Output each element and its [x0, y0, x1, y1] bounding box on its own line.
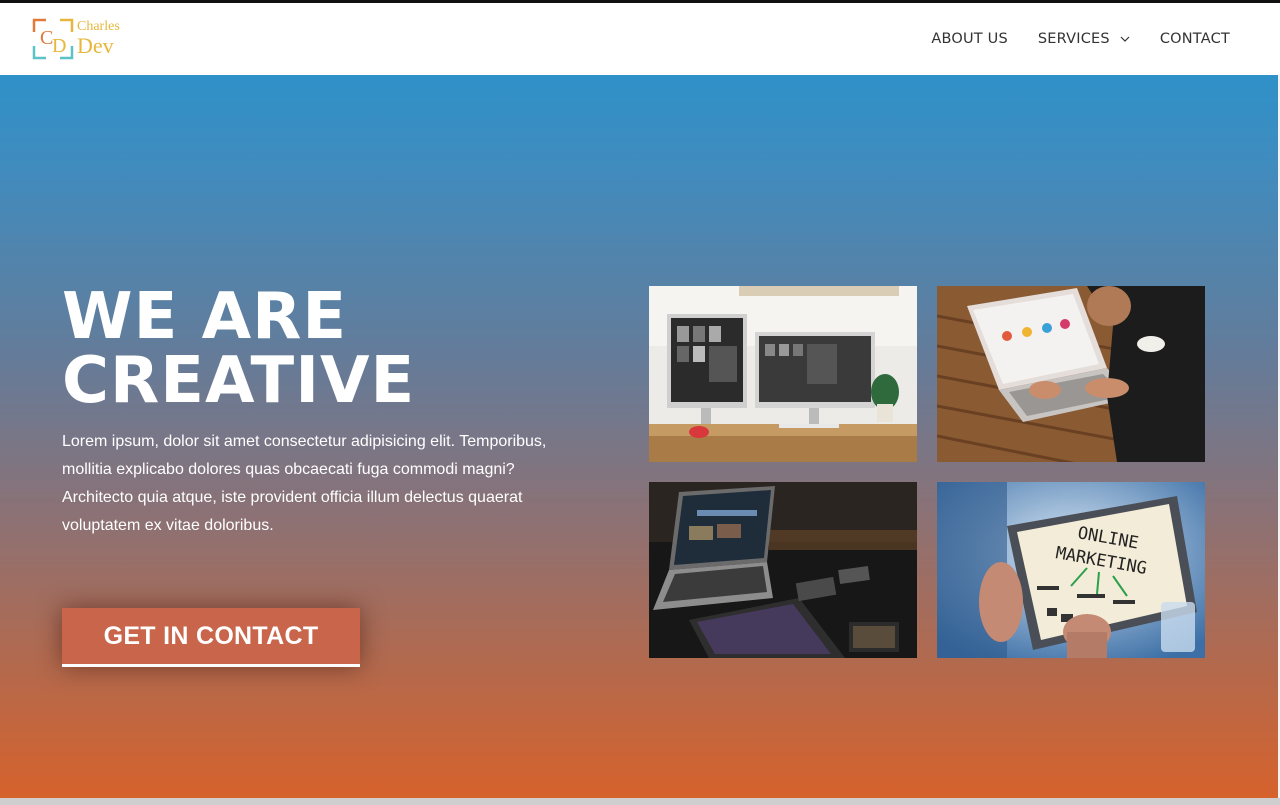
get-in-contact-button[interactable]: GET IN CONTACT: [62, 608, 360, 667]
nav-services-label: SERVICES: [1037, 31, 1110, 47]
site-header: C D Charles Dev ABOUT US SERVICES CONTAC…: [0, 3, 1280, 75]
nav-about-us-label: ABOUT US: [931, 31, 1008, 47]
hero-headline: WE ARE CREATIVE: [62, 285, 415, 413]
main-nav: ABOUT US SERVICES CONTACT: [931, 3, 1230, 75]
nav-contact-label: CONTACT: [1159, 31, 1230, 47]
logo-wordmark: Charles Dev: [77, 20, 120, 57]
svg-text:D: D: [52, 35, 66, 57]
nav-about-us[interactable]: ABOUT US: [931, 31, 1008, 47]
hero-section: WE ARE CREATIVE Lorem ipsum, dolor sit a…: [0, 75, 1278, 798]
gallery-image-desk-monitors: [649, 286, 917, 462]
site-logo[interactable]: C D Charles Dev: [32, 18, 142, 60]
gallery-image-laptop-wooden-table: [937, 286, 1205, 462]
chevron-down-icon: [1120, 36, 1130, 42]
hero-lead-text: Lorem ipsum, dolor sit amet consectetur …: [62, 433, 547, 534]
nav-services[interactable]: SERVICES: [1038, 31, 1130, 47]
logo-line-2: Dev: [77, 33, 114, 58]
bottom-edge-bar: [0, 798, 1280, 805]
gallery-image-devices-dark-table: [649, 482, 917, 658]
hero-headline-line-1: WE ARE: [62, 280, 348, 354]
logo-line-1: Charles: [77, 19, 120, 34]
hero-headline-line-2: CREATIVE: [62, 344, 416, 418]
nav-contact[interactable]: CONTACT: [1160, 31, 1230, 47]
logo-mark: C D: [32, 18, 74, 60]
gallery-image-online-marketing: ONLINE MARKETING: [937, 482, 1205, 658]
